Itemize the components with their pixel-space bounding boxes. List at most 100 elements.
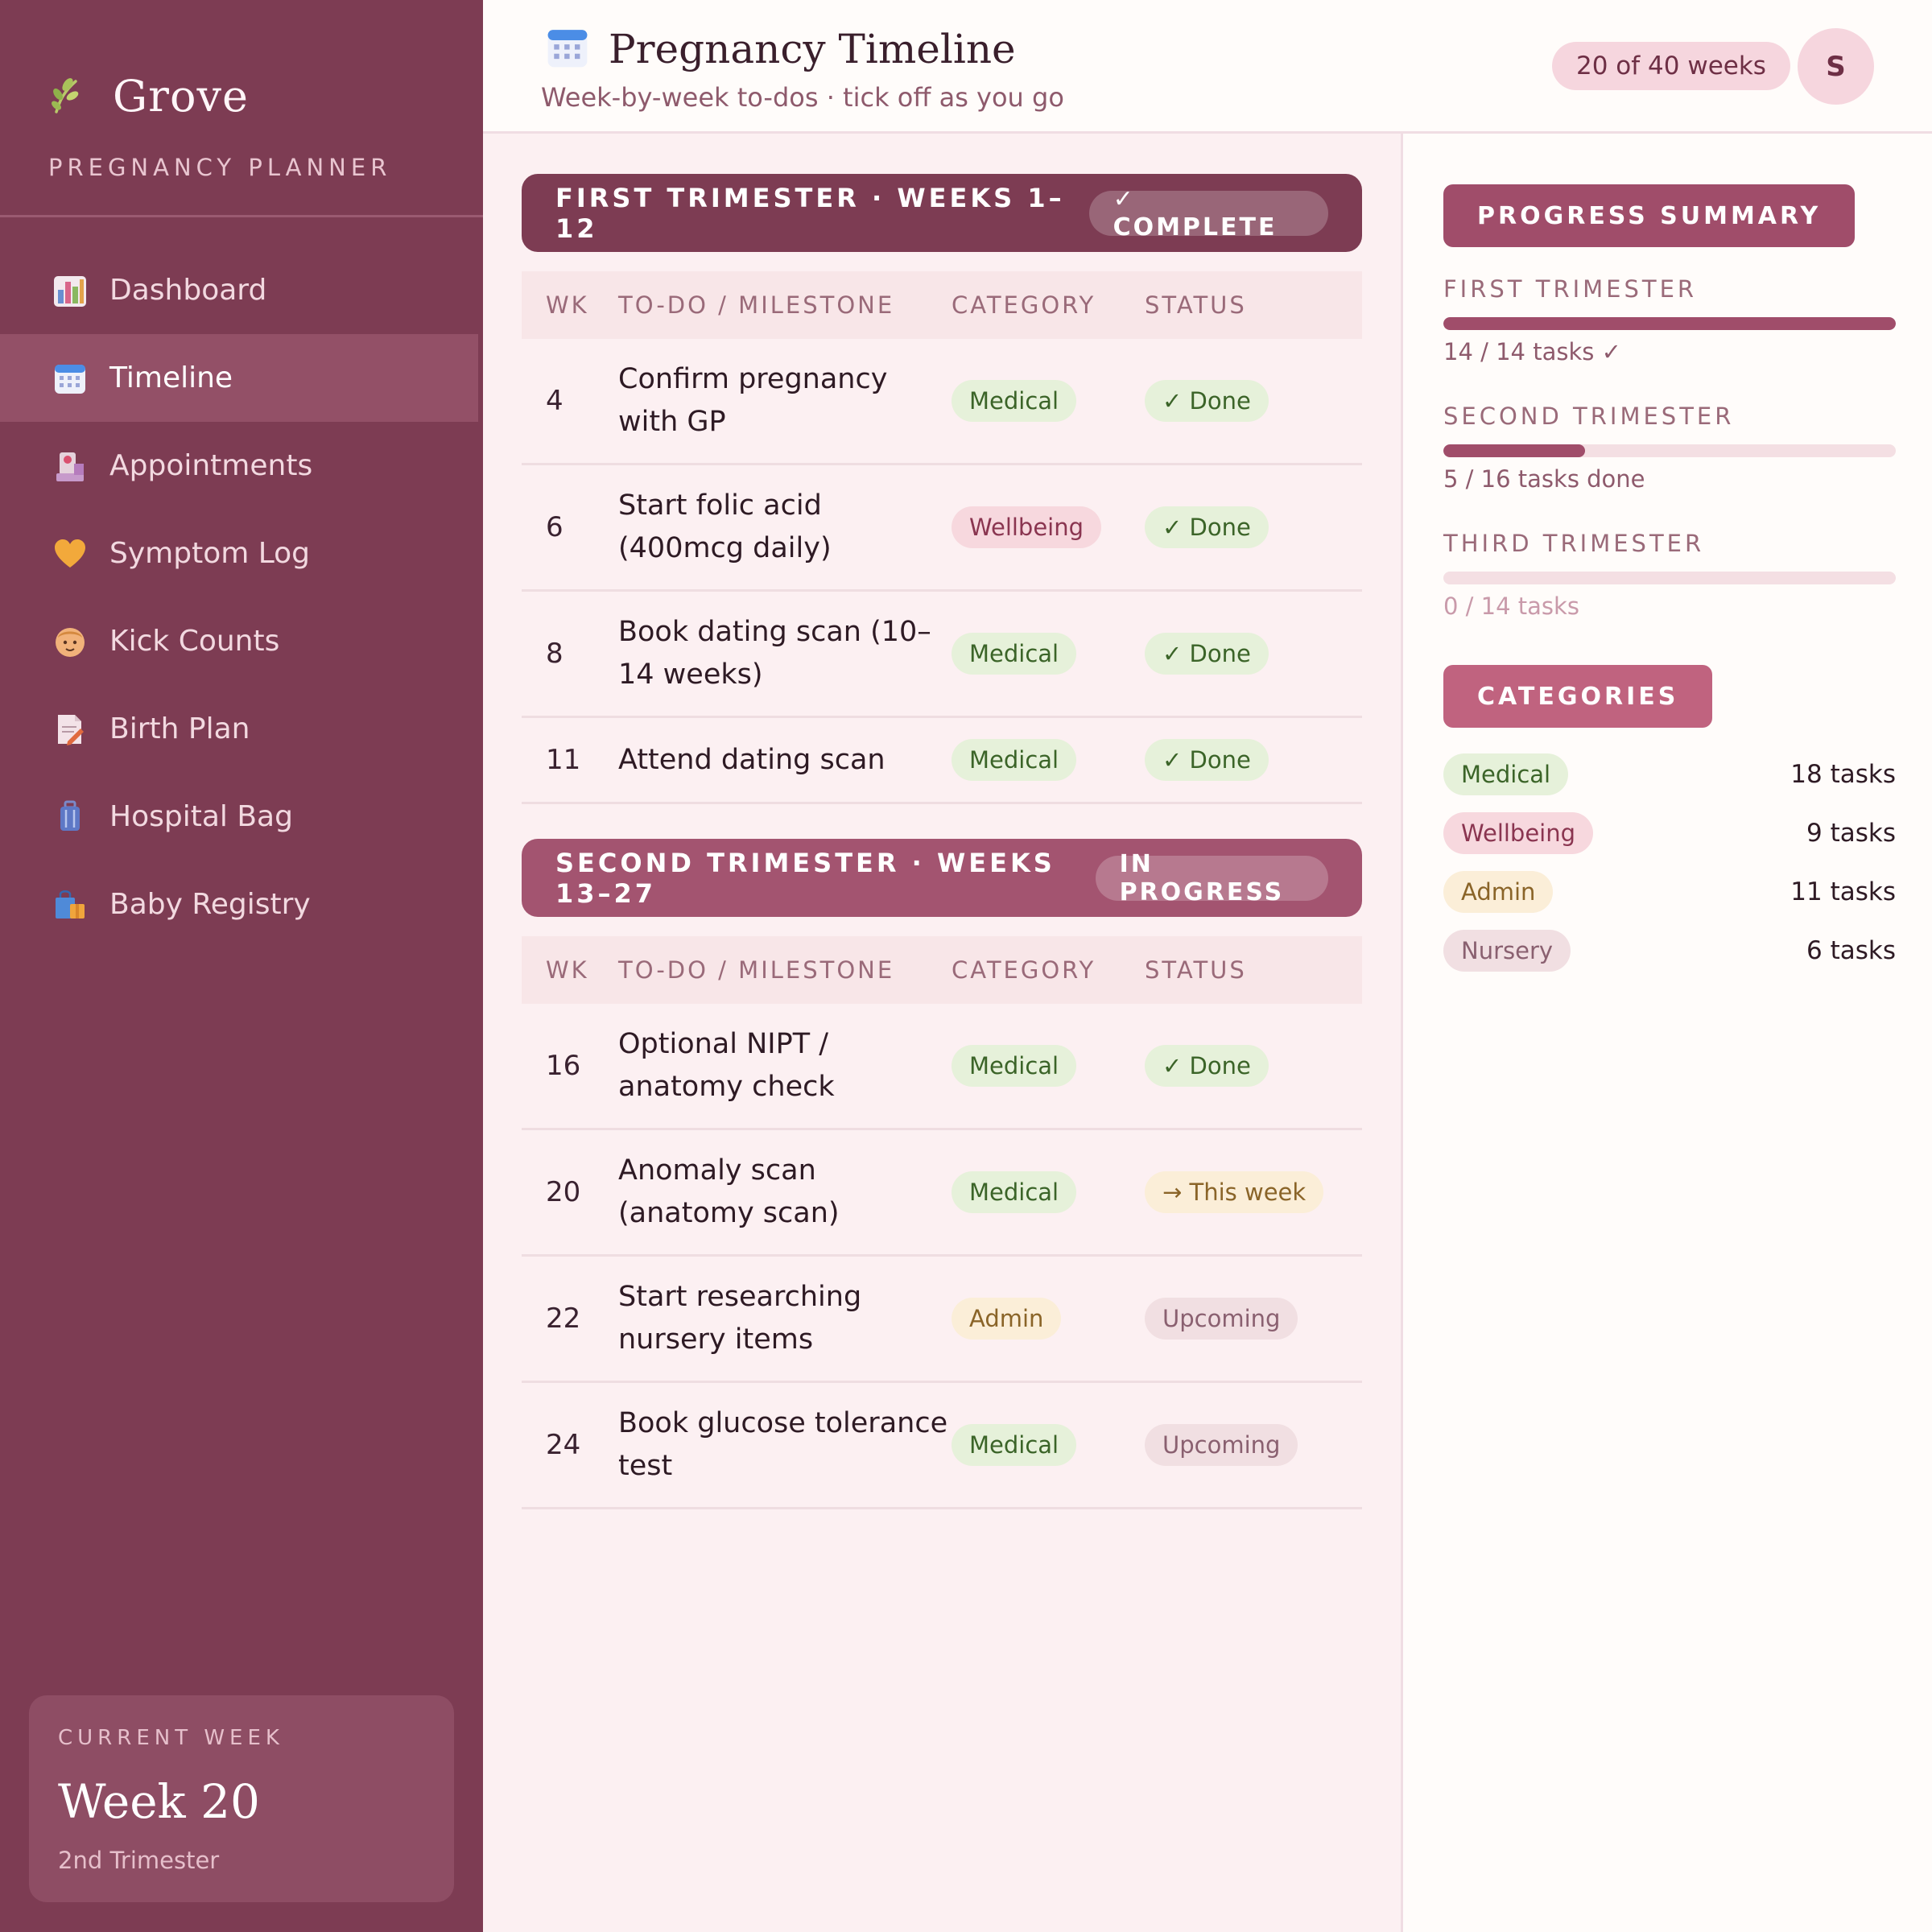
sidebar-item-symptom-log[interactable]: Symptom Log (0, 510, 483, 597)
current-trimester: 2nd Trimester (58, 1847, 220, 1874)
status-badge[interactable]: → This week (1145, 1171, 1324, 1213)
column-header-wk: WK (546, 956, 589, 984)
trimester-title: SECOND TRIMESTER · WEEKS 13–27 (555, 847, 1055, 909)
table-row[interactable]: 6 Start folic acid (400mcg daily) Wellbe… (522, 465, 1362, 592)
avatar[interactable]: S (1798, 28, 1874, 105)
category-count: 11 tasks (1790, 877, 1896, 906)
categories-button[interactable]: CATEGORIES (1443, 665, 1713, 728)
first-trimester-section: FIRST TRIMESTER · WEEKS 1–12 ✓ COMPLETE … (522, 174, 1362, 804)
current-week-label: CURRENT WEEK (58, 1726, 284, 1750)
category-tag: Medical (952, 633, 1077, 675)
row-todo: Optional NIPT / anatomy check (618, 1028, 835, 1103)
status-badge[interactable]: ✓ Done (1145, 633, 1269, 675)
status-badge[interactable]: ✓ Done (1145, 739, 1269, 781)
status-badge[interactable]: Upcoming (1145, 1298, 1298, 1340)
memo-icon (53, 712, 87, 746)
row-todo: Confirm pregnancy with GP (618, 363, 888, 438)
category-row-admin[interactable]: Admin 11 tasks (1443, 871, 1896, 913)
row-week: 11 (546, 744, 581, 776)
heart-icon (53, 537, 87, 571)
trimester-header[interactable]: SECOND TRIMESTER · WEEKS 13–27 IN PROGRE… (522, 839, 1362, 917)
status-badge[interactable]: ✓ Done (1145, 1045, 1269, 1087)
top-header: Pregnancy Timeline Week-by-week to-dos ·… (483, 0, 1932, 134)
progress-summary-button[interactable]: PROGRESS SUMMARY (1443, 184, 1856, 247)
status-badge[interactable]: Upcoming (1145, 1424, 1298, 1466)
trimester-status-badge: ✓ COMPLETE (1088, 185, 1328, 242)
table-row[interactable]: 24 Book glucose tolerance test Medical U… (522, 1383, 1362, 1509)
row-todo: Anomaly scan (anatomy scan) (618, 1154, 840, 1229)
progress-fill (1443, 444, 1585, 457)
category-tag: Medical (952, 380, 1077, 422)
column-header-todo: TO-DO / MILESTONE (618, 956, 895, 984)
category-row-wellbeing[interactable]: Wellbeing 9 tasks (1443, 812, 1896, 854)
hospital-icon (53, 449, 87, 483)
table-row[interactable]: 4 Confirm pregnancy with GP Medical ✓ Do… (522, 339, 1362, 465)
status-badge[interactable]: ✓ Done (1145, 506, 1269, 548)
summary-panel: PROGRESS SUMMARY FIRST TRIMESTER 14 / 14… (1401, 134, 1932, 1932)
column-header-category: CATEGORY (952, 956, 1096, 984)
column-header-category: CATEGORY (952, 291, 1096, 319)
row-todo: Book glucose tolerance test (618, 1407, 948, 1482)
leaf-icon (48, 76, 82, 117)
second-trimester-section: SECOND TRIMESTER · WEEKS 13–27 IN PROGRE… (522, 839, 1362, 1509)
row-week: 22 (546, 1302, 581, 1335)
shopping-bag-icon (53, 888, 87, 922)
category-tag: Wellbeing (1443, 812, 1594, 854)
brand-subtitle: PREGNANCY PLANNER (48, 154, 392, 181)
progress-bar-second (1443, 444, 1896, 457)
sidebar-item-hospital-bag[interactable]: Hospital Bag (0, 773, 483, 861)
row-todo: Start researching nursery items (618, 1281, 862, 1356)
row-week: 4 (546, 385, 564, 417)
column-header-status: STATUS (1145, 956, 1247, 984)
trimester-status-badge: IN PROGRESS (1095, 850, 1328, 906)
sidebar-item-birth-plan[interactable]: Birth Plan (0, 685, 483, 773)
category-tag: Admin (1443, 871, 1554, 913)
table-row[interactable]: 11 Attend dating scan Medical ✓ Done (522, 718, 1362, 804)
category-tag: Admin (952, 1298, 1062, 1340)
baby-icon (53, 625, 87, 658)
category-row-nursery[interactable]: Nursery 6 tasks (1443, 930, 1896, 972)
category-count: 18 tasks (1790, 760, 1896, 789)
progress-bar-first (1443, 317, 1896, 330)
brand-name: Grove (113, 71, 249, 122)
category-tag: Wellbeing (952, 506, 1102, 548)
trimester-header[interactable]: FIRST TRIMESTER · WEEKS 1–12 ✓ COMPLETE (522, 174, 1362, 252)
column-header-todo: TO-DO / MILESTONE (618, 291, 895, 319)
progress-label-second: SECOND TRIMESTER (1443, 402, 1735, 430)
current-week-value: Week 20 (58, 1774, 260, 1829)
row-todo: Attend dating scan (618, 743, 886, 776)
brand: Grove PREGNANCY PLANNER (0, 0, 483, 217)
table-row[interactable]: 8 Book dating scan (10–14 weeks) Medical… (522, 592, 1362, 718)
timeline-main: FIRST TRIMESTER · WEEKS 1–12 ✓ COMPLETE … (522, 174, 1362, 1509)
table-row[interactable]: 22 Start researching nursery items Admin… (522, 1257, 1362, 1383)
table-header: WK TO-DO / MILESTONE CATEGORY STATUS (522, 271, 1362, 339)
table-row[interactable]: 16 Optional NIPT / anatomy check Medical… (522, 1004, 1362, 1130)
status-badge[interactable]: ✓ Done (1145, 380, 1269, 422)
row-week: 24 (546, 1429, 581, 1461)
progress-label-first: FIRST TRIMESTER (1443, 275, 1698, 303)
current-week-card: CURRENT WEEK Week 20 2nd Trimester (29, 1695, 454, 1902)
row-week: 6 (546, 511, 564, 543)
row-week: 20 (546, 1176, 581, 1208)
page-title: Pregnancy Timeline (609, 26, 1016, 72)
column-header-status: STATUS (1145, 291, 1247, 319)
category-row-medical[interactable]: Medical 18 tasks (1443, 753, 1896, 795)
row-week: 16 (546, 1050, 581, 1082)
sidebar-item-timeline[interactable]: Timeline (0, 334, 478, 422)
column-header-wk: WK (546, 291, 589, 319)
sidebar-nav: Dashboard Timeline Appointments Symptom … (0, 246, 483, 948)
row-week: 8 (546, 638, 564, 670)
table-row[interactable]: 20 Anomaly scan (anatomy scan) Medical →… (522, 1130, 1362, 1257)
calendar-icon (546, 26, 589, 72)
weeks-progress-badge: 20 of 40 weeks (1552, 42, 1790, 90)
sidebar-item-baby-registry[interactable]: Baby Registry (0, 861, 483, 948)
row-todo: Book dating scan (10–14 weeks) (618, 616, 931, 691)
sidebar-item-appointments[interactable]: Appointments (0, 422, 483, 510)
sidebar-item-dashboard[interactable]: Dashboard (0, 246, 483, 334)
table-header: WK TO-DO / MILESTONE CATEGORY STATUS (522, 936, 1362, 1004)
sidebar-item-kick-counts[interactable]: Kick Counts (0, 597, 483, 685)
progress-text-second: 5 / 16 tasks done (1443, 465, 1645, 493)
category-count: 6 tasks (1806, 936, 1896, 965)
category-tag: Medical (952, 1171, 1077, 1213)
bar-chart-icon (53, 274, 87, 308)
